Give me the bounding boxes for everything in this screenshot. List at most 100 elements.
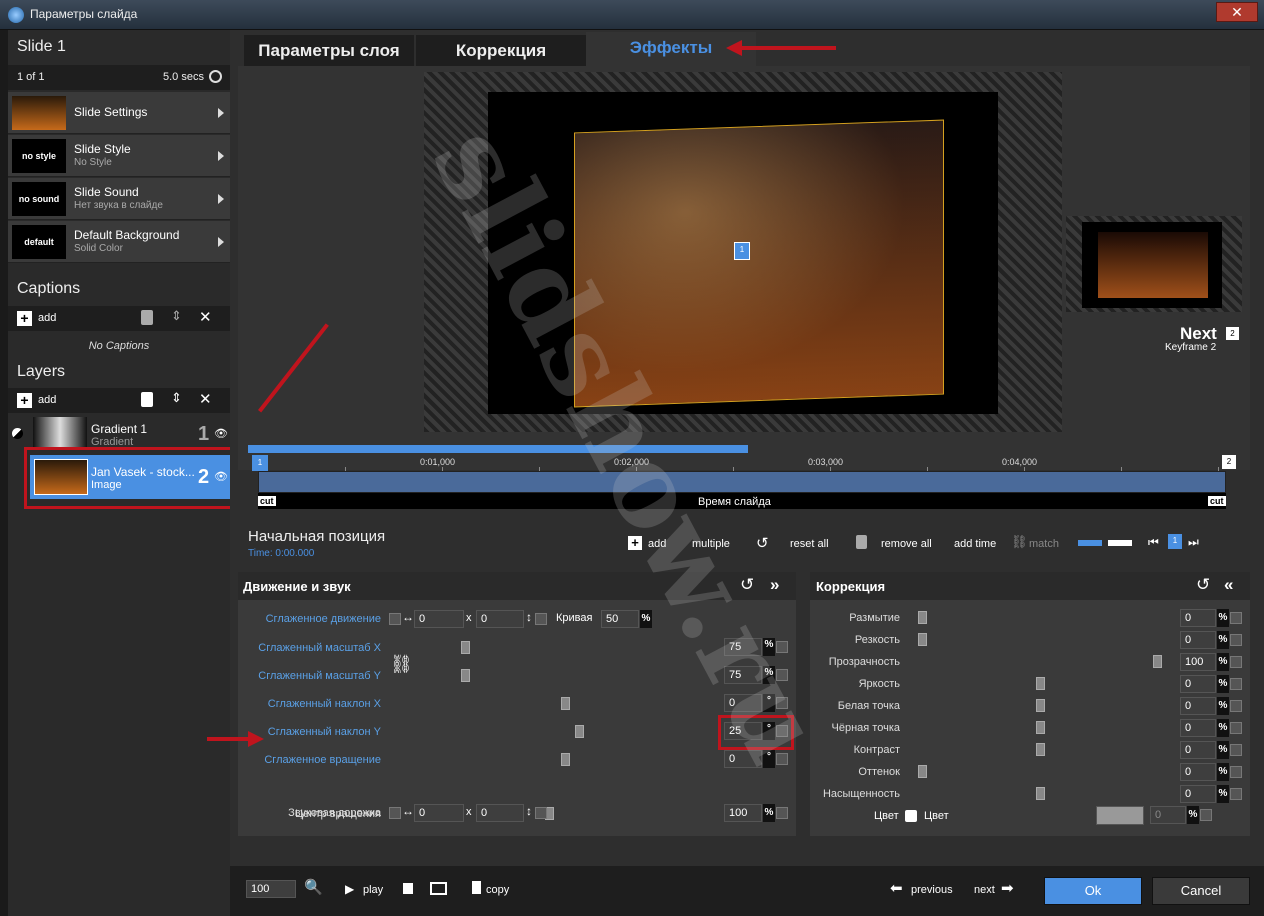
correction-value-check[interactable] [1230, 634, 1242, 646]
keyframe-indicator[interactable]: 1 [1168, 534, 1182, 549]
slider-knob[interactable] [918, 633, 927, 646]
correction-value-input[interactable]: 0 [1180, 785, 1216, 803]
reset-all-button[interactable]: reset all [790, 538, 829, 550]
layer-row[interactable]: Gradient 1 Gradient 1 👁 [8, 415, 230, 451]
match-button[interactable]: match [1029, 538, 1059, 550]
timeline[interactable]: 0:01,000 0:02,000 0:03,000 0:04,000 1 2 cut… [248, 445, 1254, 515]
trash-icon[interactable] [141, 310, 153, 325]
correction-slider[interactable] [906, 721, 1174, 735]
slide-setting-item[interactable]: default Default Background Solid Color [8, 221, 230, 263]
arrow-right-icon[interactable]: ➡ [1001, 879, 1014, 897]
xy-check[interactable] [535, 613, 547, 625]
add-layer-icon[interactable]: + [17, 393, 32, 408]
layer-image[interactable] [574, 119, 944, 408]
play-button[interactable]: play [363, 884, 383, 896]
slide-setting-item[interactable]: Slide Settings [8, 92, 230, 134]
correction-value-input[interactable]: 0 [1180, 719, 1216, 737]
correction-value-check[interactable] [1230, 744, 1242, 756]
next-button[interactable]: next [974, 884, 995, 896]
correction-value-input[interactable]: 0 [1180, 609, 1216, 627]
y-input[interactable]: 0 [476, 610, 524, 628]
slider-knob[interactable] [918, 765, 927, 778]
tools-icon[interactable]: ✕ [199, 308, 212, 326]
correction-value-check[interactable] [1230, 612, 1242, 624]
audio-check[interactable] [776, 807, 788, 819]
prev-keyframe-icon[interactable]: ⏮ [1148, 535, 1159, 550]
slider-knob[interactable] [1153, 655, 1162, 668]
correction-slider[interactable] [906, 633, 1174, 647]
previous-button[interactable]: previous [911, 884, 953, 896]
end-marker[interactable]: 2 [1222, 455, 1236, 469]
center-check[interactable] [389, 807, 401, 819]
motion-value-input[interactable]: 0 [724, 694, 762, 712]
reset-icon[interactable]: ↺ [756, 534, 769, 552]
marker-icon[interactable] [403, 883, 413, 894]
slide-setting-item[interactable]: no style Slide Style No Style [8, 135, 230, 177]
trash-icon[interactable] [856, 535, 867, 549]
remove-all-button[interactable]: remove all [881, 538, 932, 550]
correction-value-check[interactable] [1230, 678, 1242, 690]
copy-button[interactable]: copy [486, 884, 509, 896]
reorder-icon[interactable]: ⇕ [171, 390, 182, 406]
zoom-input[interactable]: 100 [246, 880, 296, 898]
slider-knob[interactable] [574, 725, 584, 738]
curve-input[interactable]: 50 [601, 610, 639, 628]
timeline-bar[interactable] [258, 471, 1226, 493]
add-keyframe-icon[interactable]: + [628, 536, 642, 550]
motion-value-check[interactable] [776, 697, 788, 709]
motion-slider[interactable] [414, 725, 716, 739]
link-scale-icon[interactable]: ⛓ [390, 654, 413, 675]
slider-knob[interactable] [1035, 787, 1045, 800]
slider-knob[interactable] [1035, 743, 1045, 756]
reorder-icon[interactable]: ⇕ [171, 308, 182, 324]
slider-knob[interactable] [461, 641, 471, 654]
motion-slider[interactable] [414, 753, 716, 767]
timeline-zoom-icon[interactable] [1078, 540, 1102, 546]
smooth-move-check[interactable] [389, 613, 401, 625]
slider-knob[interactable] [918, 611, 927, 624]
center-x-input[interactable]: 0 [414, 804, 464, 822]
motion-slider[interactable] [414, 641, 716, 655]
color-value-check[interactable] [1200, 809, 1212, 821]
clipboard-icon[interactable] [472, 881, 481, 894]
slider-knob[interactable] [1035, 699, 1045, 712]
slider-knob[interactable] [1035, 721, 1045, 734]
multiple-button[interactable]: multiple [692, 538, 730, 550]
slide-setting-item[interactable]: no sound Slide Sound Нет звука в слайде [8, 178, 230, 220]
add-time-button[interactable]: add time [954, 538, 996, 550]
ok-button[interactable]: Ok [1044, 877, 1142, 905]
window-icon[interactable] [430, 882, 447, 895]
motion-value-input[interactable]: 0 [724, 750, 762, 768]
add-caption-button[interactable]: add [38, 312, 56, 324]
tab-layer-params[interactable]: Параметры слоя [244, 35, 414, 67]
correction-value-input[interactable]: 0 [1180, 697, 1216, 715]
x-input[interactable]: 0 [414, 610, 464, 628]
eye-icon[interactable]: 👁 [214, 427, 228, 440]
next-keyframe-icon[interactable]: ⏭ [1188, 535, 1199, 550]
correction-value-input[interactable]: 0 [1180, 741, 1216, 759]
correction-slider[interactable] [906, 655, 1174, 669]
search-icon[interactable]: 🔍 [304, 878, 323, 896]
correction-slider[interactable] [906, 743, 1174, 757]
reset-icon[interactable]: ↺ [1196, 575, 1210, 595]
audio-value-input[interactable]: 100 [724, 804, 762, 822]
add-keyframe-button[interactable]: add [648, 538, 666, 550]
correction-value-check[interactable] [1230, 722, 1242, 734]
reset-icon[interactable]: ↺ [740, 575, 754, 595]
correction-value-check[interactable] [1230, 788, 1242, 800]
motion-value-input[interactable]: 75 [724, 638, 762, 656]
timeline-fit-icon[interactable] [1108, 540, 1132, 546]
cut-end[interactable]: cut [1208, 496, 1226, 506]
slider-knob[interactable] [1035, 677, 1045, 690]
tab-correction[interactable]: Коррекция [416, 35, 586, 67]
keyframe-pin[interactable]: 1 [734, 242, 750, 260]
center-xy-check[interactable] [535, 807, 547, 819]
correction-value-check[interactable] [1230, 656, 1242, 668]
motion-value-check[interactable] [776, 753, 788, 765]
correction-value-check[interactable] [1230, 766, 1242, 778]
correction-slider[interactable] [906, 611, 1174, 625]
color-swatch[interactable] [1096, 806, 1144, 825]
motion-value-input[interactable]: 75 [724, 666, 762, 684]
cancel-button[interactable]: Cancel [1152, 877, 1250, 905]
center-y-input[interactable]: 0 [476, 804, 524, 822]
